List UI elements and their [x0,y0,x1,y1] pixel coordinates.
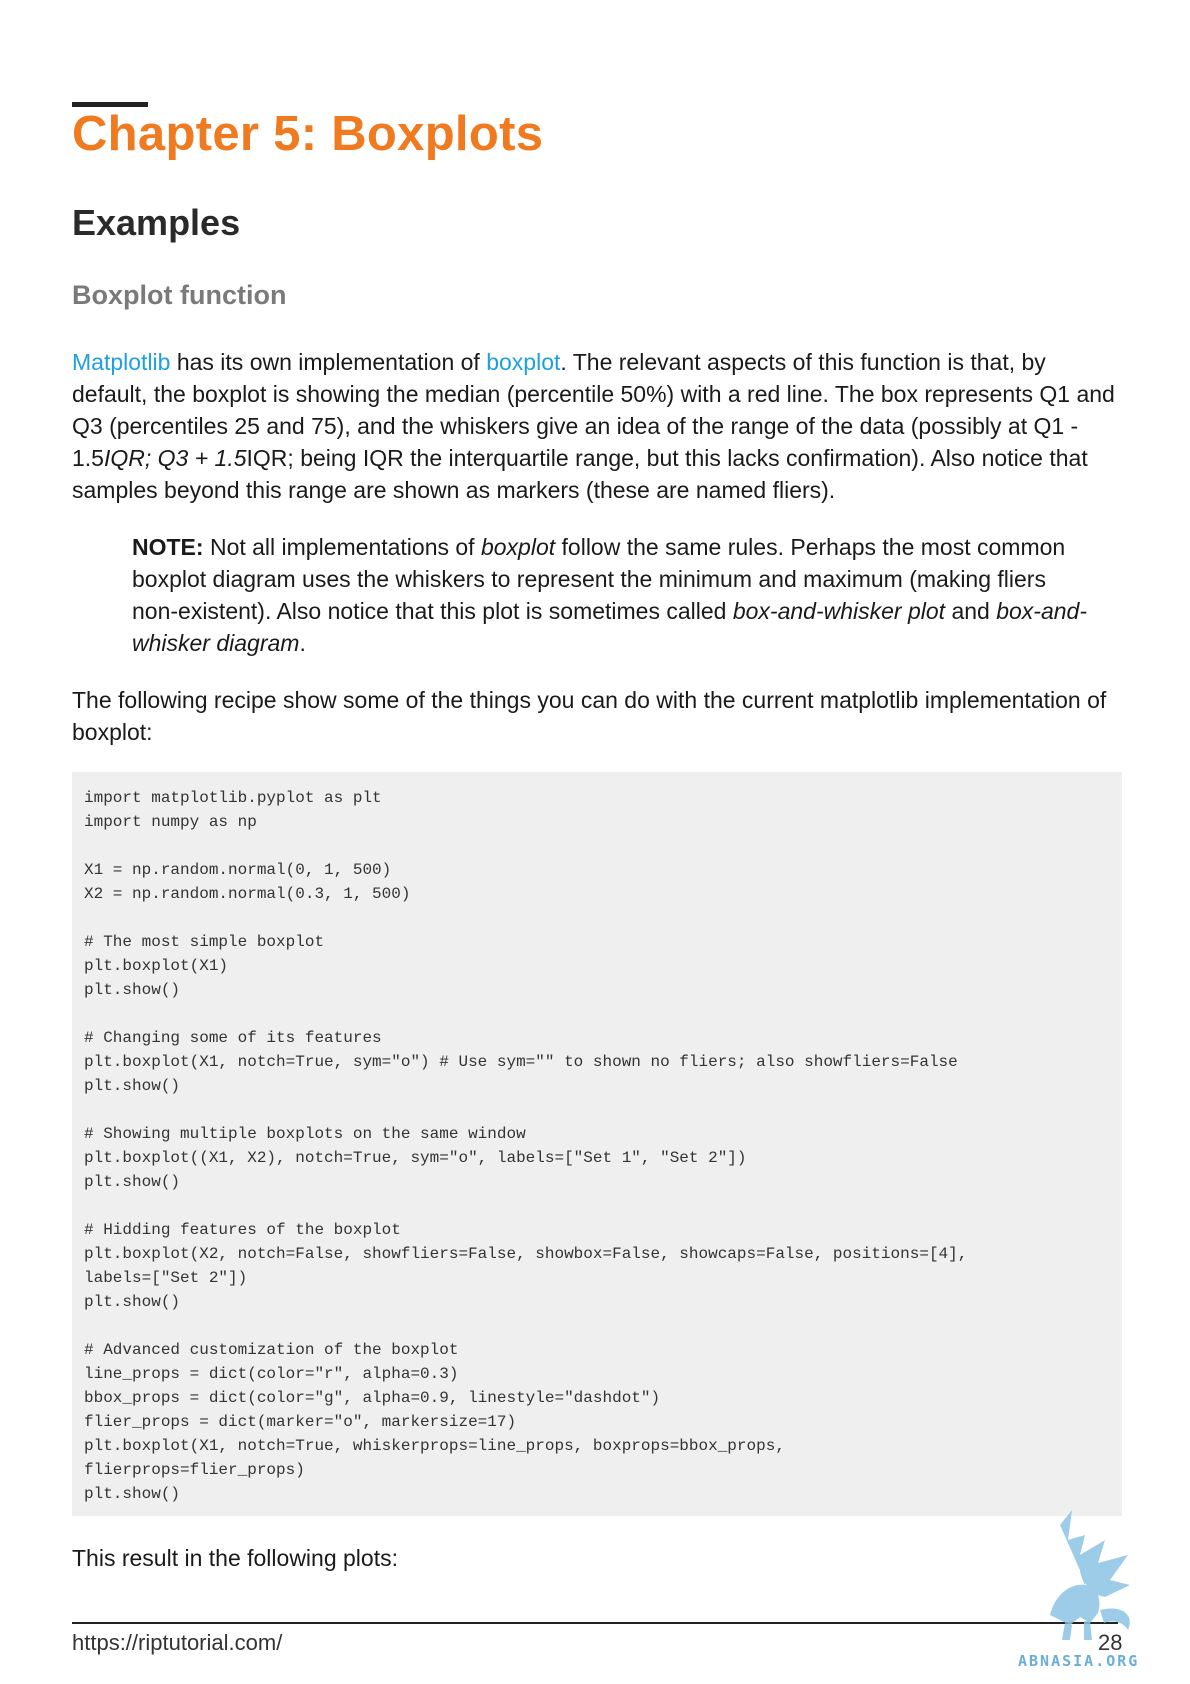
code-block[interactable]: import matplotlib.pyplot as plt import nu… [72,772,1122,1516]
result-paragraph: This result in the following plots: [72,1545,398,1571]
note-label: NOTE: [132,534,204,560]
note-paragraph: NOTE: Not all implementations of boxplot… [132,531,1092,659]
chapter-title: Chapter 5: Boxplots [72,107,544,161]
code-line: # Changing some of its features [84,1029,382,1047]
code-line: # The most simple boxplot [84,933,325,951]
note-text-3: and [945,598,997,624]
code-line: plt.show() [84,981,181,999]
code-line: line_props = dict(color="r", alpha=0.3) [84,1365,459,1383]
code-line: plt.show() [84,1485,181,1503]
intro-text-1: has its own implementation of [170,349,487,375]
code-line: # Showing multiple boxplots on the same … [84,1125,526,1143]
boxplot-link[interactable]: boxplot [486,349,560,375]
code-line: import numpy as np [84,813,257,831]
code-line: plt.boxplot(X1, notch=True, whiskerprops… [84,1437,785,1455]
code-line: plt.boxplot(X1) [84,957,229,975]
code-line: flier_props = dict(marker="o", markersiz… [84,1413,517,1431]
note-text-1: Not all implementations of [203,534,481,560]
code-line: plt.boxplot((X1, X2), notch=True, sym="o… [84,1149,747,1167]
code-line: # Advanced customization of the boxplot [84,1341,459,1359]
code-line: import matplotlib.pyplot as plt [84,789,382,807]
code-line: plt.show() [84,1077,181,1095]
code-line: bbox_props = dict(color="g", alpha=0.9, … [84,1389,661,1407]
intro-paragraph: Matplotlib has its own implementation of… [72,346,1122,506]
section-title: Examples [72,202,241,243]
code-line: X1 = np.random.normal(0, 1, 500) [84,861,392,879]
footer-url: https://riptutorial.com/ [72,1630,283,1655]
code-line: X2 = np.random.normal(0.3, 1, 500) [84,885,411,903]
intro-italic: IQR; Q3 + 1.5 [103,445,247,471]
griffin-logo-icon [1050,1510,1130,1640]
code-line: flierprops=flier_props) [84,1461,305,1479]
note-italic-2: box-and-whisker plot [732,598,946,624]
code-line: labels=["Set 2"]) [84,1269,248,1287]
note-text-4: . [299,630,306,656]
subsection-title: Boxplot function [72,280,287,310]
footer-rule [72,1622,1118,1624]
matplotlib-link[interactable]: Matplotlib [72,349,170,375]
code-line: plt.boxplot(X2, notch=False, showfliers=… [84,1245,968,1263]
note-italic-1: boxplot [480,534,556,560]
code-line: plt.show() [84,1293,181,1311]
code-line: # Hidding features of the boxplot [84,1221,401,1239]
code-line: plt.show() [84,1173,181,1191]
recipe-paragraph: The following recipe show some of the th… [72,687,1107,745]
code-line: plt.boxplot(X1, notch=True, sym="o") # U… [84,1053,958,1071]
watermark-text: ABNASIA.ORG [1018,1652,1140,1670]
